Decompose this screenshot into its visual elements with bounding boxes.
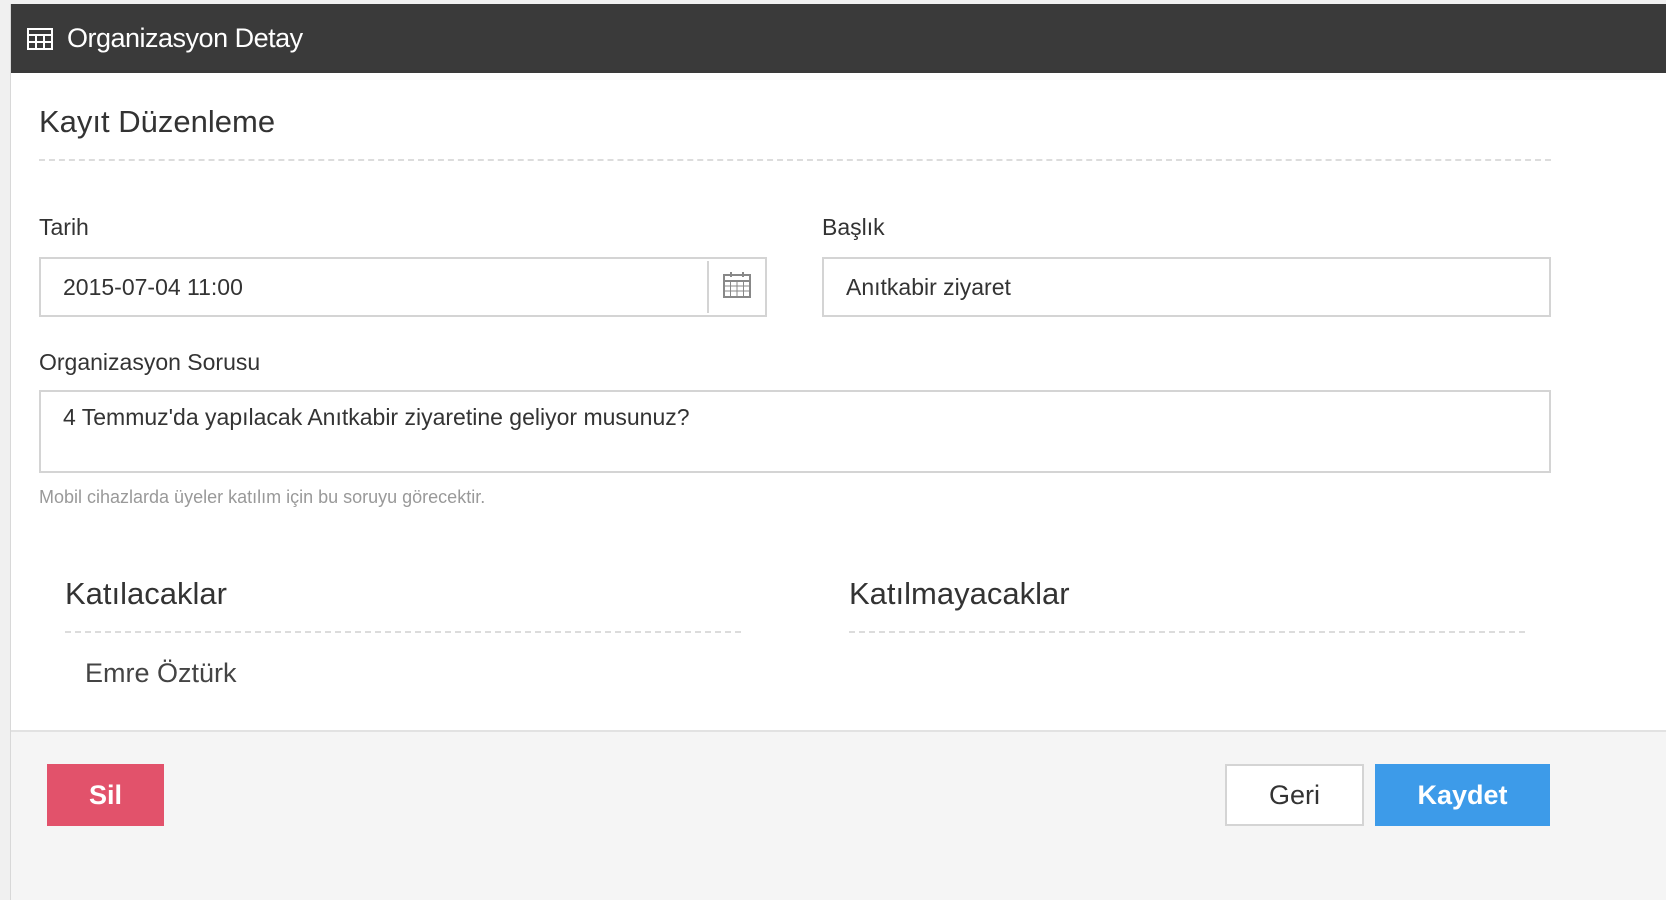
calendar-icon — [722, 271, 752, 304]
section-divider — [39, 159, 1551, 161]
form-footer: Sil Geri Kaydet — [11, 730, 1666, 900]
not-attending-divider — [849, 631, 1525, 633]
title-input[interactable] — [822, 257, 1551, 317]
panel-header: Organizasyon Detay — [11, 4, 1666, 73]
attending-divider — [65, 631, 741, 633]
date-label: Tarih — [39, 214, 89, 240]
question-label: Organizasyon Sorusu — [39, 349, 261, 375]
question-help-text: Mobil cihazlarda üyeler katılım için bu … — [39, 487, 486, 507]
attendee-item: Emre Öztürk — [85, 658, 237, 688]
attending-title: Katılacaklar — [65, 576, 227, 611]
save-button[interactable]: Kaydet — [1375, 764, 1550, 826]
panel-title: Organizasyon Detay — [67, 23, 303, 53]
date-input[interactable] — [39, 257, 767, 317]
organization-detail-panel: Organizasyon Detay Kayıt Düzenleme Tarih… — [10, 4, 1666, 900]
table-icon — [27, 27, 53, 50]
section-title: Kayıt Düzenleme — [39, 104, 276, 139]
back-button[interactable]: Geri — [1225, 764, 1364, 826]
title-label: Başlık — [822, 214, 885, 240]
calendar-button[interactable] — [707, 261, 765, 313]
not-attending-title: Katılmayacaklar — [849, 576, 1070, 611]
question-textarea[interactable]: 4 Temmuz'da yapılacak Anıtkabir ziyareti… — [39, 390, 1551, 473]
delete-button[interactable]: Sil — [47, 764, 164, 826]
